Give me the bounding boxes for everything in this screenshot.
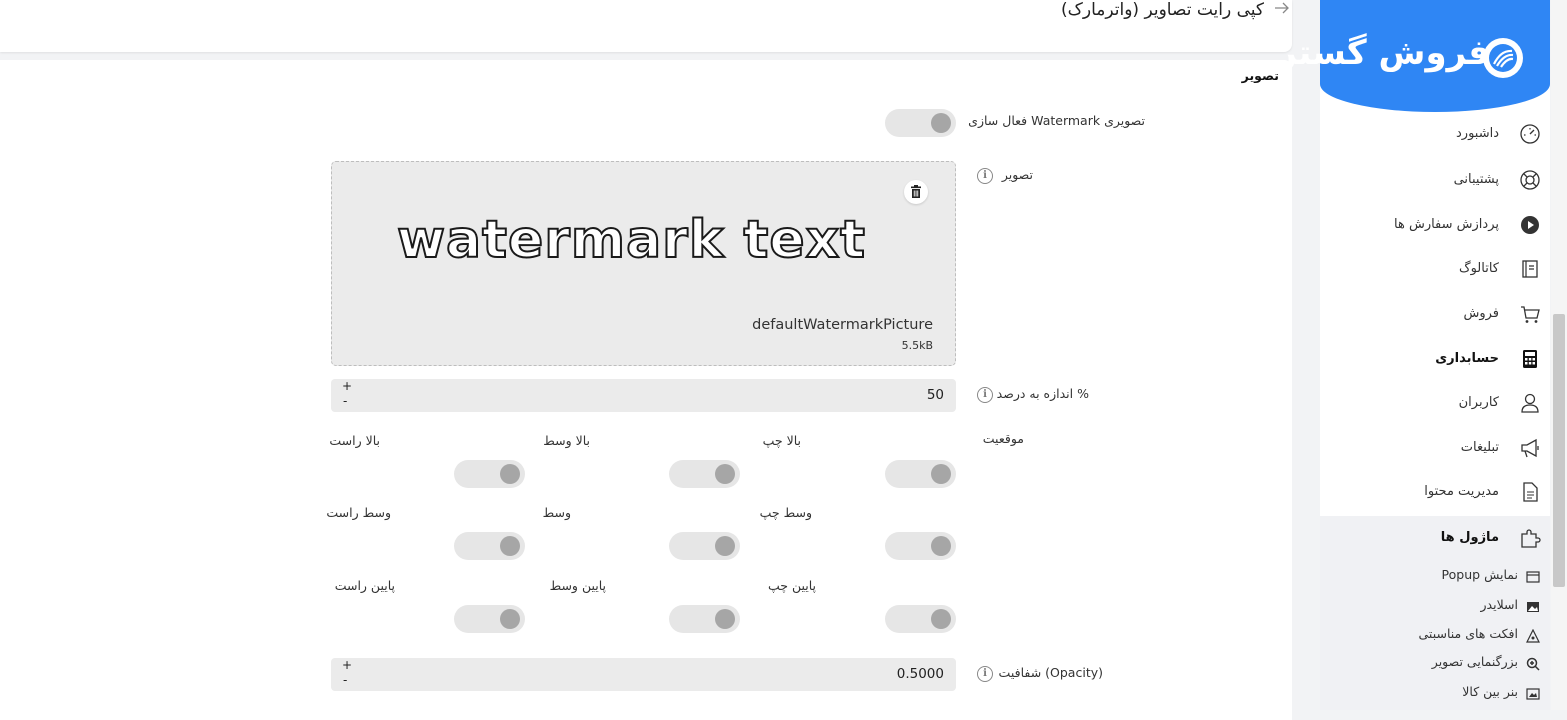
- position-top-right-label: بالا راست: [329, 433, 380, 448]
- size-info-icon[interactable]: i: [977, 387, 993, 403]
- size-label: اندازه به درصد %: [996, 386, 1089, 401]
- watermark-preview-image: watermark text: [396, 209, 867, 271]
- sidebar-subitem-zoom[interactable]: بزرگنمایی تصویر: [1320, 651, 1550, 675]
- play-circle-icon: [1519, 214, 1541, 236]
- position-bottom-right-label: پایین راست: [334, 578, 395, 593]
- sidebar-item-modules[interactable]: ماژول ها: [1320, 518, 1550, 558]
- sidebar-item-label: تبلیغات: [1460, 440, 1499, 455]
- sidebar-item-users[interactable]: کاربران: [1320, 383, 1550, 423]
- sidebar-item-label: فروش: [1463, 306, 1499, 321]
- sidebar-item-label: داشبورد: [1456, 126, 1499, 141]
- section-title: تصویر: [1241, 68, 1279, 83]
- sidebar-item-label: حسابداری: [1435, 351, 1499, 366]
- banner-icon: [1526, 686, 1540, 700]
- sidebar-subitem-label: Popup نمایش: [1441, 567, 1518, 582]
- brand-logo-icon[interactable]: [1483, 38, 1523, 78]
- watermark-settings-card: تصویر فعال سازی Watermark تصویری تصویر i…: [0, 60, 1292, 720]
- file-name: defaultWatermarkPicture: [752, 317, 933, 333]
- trash-icon: [911, 185, 921, 198]
- decrement-button[interactable]: -: [343, 673, 347, 687]
- sidebar-item-label: ماژول ها: [1440, 530, 1499, 545]
- sidebar-item-sales[interactable]: فروش: [1320, 294, 1550, 334]
- position-top-left-label: بالا چپ: [762, 433, 801, 448]
- opacity-value: 0.5000: [896, 666, 944, 682]
- sidebar-item-support[interactable]: پشتیبانی: [1320, 160, 1550, 200]
- sidebar-item-catalog[interactable]: کاتالوگ: [1320, 249, 1550, 289]
- calculator-icon: [1519, 348, 1541, 370]
- image-label: تصویر: [1001, 167, 1033, 182]
- position-middle-right-label: وسط راست: [326, 505, 391, 520]
- position-label: موقعیت: [982, 431, 1024, 446]
- size-value: 50: [926, 387, 944, 403]
- opacity-info-icon[interactable]: i: [977, 666, 993, 682]
- sidebar-subitem-label: افکت های مناسبتی: [1418, 626, 1518, 641]
- user-icon: [1519, 392, 1541, 414]
- delete-image-button[interactable]: [904, 180, 928, 204]
- sidebar-subitem-label: بزرگنمایی تصویر: [1431, 654, 1518, 669]
- position-middle-center-toggle[interactable]: [669, 532, 740, 560]
- lifebuoy-icon: [1519, 169, 1541, 191]
- book-icon: [1519, 258, 1541, 280]
- image-info-icon[interactable]: i: [977, 168, 993, 184]
- brand-logo-text: فروش گستر: [1277, 33, 1490, 73]
- position-middle-center-label: وسط: [542, 505, 571, 520]
- sidebar-subitem-banner[interactable]: بنر بین کالا: [1320, 681, 1550, 705]
- sidebar-item-label: کاتالوگ: [1458, 261, 1499, 276]
- position-bottom-left-label: پایین چپ: [767, 578, 816, 593]
- sidebar-item-label: پشتیبانی: [1453, 172, 1499, 187]
- sidebar-subitem-effects[interactable]: افکت های مناسبتی: [1320, 623, 1550, 647]
- toggle-knob: [931, 113, 951, 133]
- back-arrow-icon[interactable]: [1272, 0, 1292, 18]
- sidebar-item-label: پردازش سفارش ها: [1394, 217, 1499, 232]
- image-dropzone[interactable]: watermark text defaultWatermarkPicture 5…: [331, 161, 956, 366]
- position-middle-right-toggle[interactable]: [454, 532, 525, 560]
- window-icon: [1526, 569, 1540, 583]
- sidebar-item-dashboard[interactable]: داشبورد: [1320, 114, 1550, 154]
- position-bottom-center-toggle[interactable]: [669, 605, 740, 633]
- opacity-label: شفافیت (Opacity): [998, 665, 1103, 680]
- position-top-right-toggle[interactable]: [454, 460, 525, 488]
- document-icon: [1519, 481, 1541, 503]
- sidebar-scrollbar-thumb[interactable]: [1553, 314, 1565, 587]
- position-top-center-label: بالا وسط: [543, 433, 590, 448]
- position-middle-left-label: وسط چپ: [759, 505, 812, 520]
- sidebar-item-accounting[interactable]: حسابداری: [1320, 339, 1550, 379]
- zoom-in-icon: [1526, 656, 1540, 671]
- effects-icon: [1526, 628, 1540, 643]
- enable-watermark-toggle[interactable]: [885, 109, 956, 137]
- position-bottom-right-toggle[interactable]: [454, 605, 525, 633]
- increment-button[interactable]: +: [342, 658, 352, 672]
- image-icon: [1526, 599, 1540, 613]
- increment-button[interactable]: +: [342, 379, 352, 393]
- megaphone-icon: [1519, 437, 1541, 459]
- position-bottom-center-label: پایین وسط: [549, 578, 606, 593]
- position-bottom-left-toggle[interactable]: [885, 605, 956, 633]
- sidebar-item-content[interactable]: مدیریت محتوا: [1320, 472, 1550, 512]
- page-title: کپی رایت تصاویر (واترمارک): [1061, 0, 1264, 20]
- decrement-button[interactable]: -: [343, 394, 347, 408]
- sidebar-subitem-slider[interactable]: اسلایدر: [1320, 594, 1550, 618]
- enable-watermark-label: فعال سازی Watermark تصویری: [968, 113, 1145, 128]
- brand-header: فروش گستر: [1277, 0, 1550, 112]
- size-input[interactable]: 50 + -: [331, 379, 956, 412]
- position-top-left-toggle[interactable]: [885, 460, 956, 488]
- opacity-input[interactable]: 0.5000 + -: [331, 658, 956, 691]
- puzzle-icon: [1519, 527, 1541, 549]
- sidebar-subitem-label: اسلایدر: [1480, 597, 1518, 612]
- sidebar-item-label: مدیریت محتوا: [1424, 484, 1499, 499]
- file-size: 5.5kB: [901, 339, 933, 352]
- page-header: کپی رایت تصاویر (واترمارک): [0, 0, 1292, 52]
- sidebar: فروش گستر داشبورد پشتیبانی پردازش سفارش …: [1277, 0, 1550, 710]
- sidebar-subitem-popup[interactable]: Popup نمایش: [1320, 564, 1550, 588]
- modules-section: ماژول ها Popup نمایش اسلایدر افکت های من…: [1320, 516, 1550, 710]
- position-top-center-toggle[interactable]: [669, 460, 740, 488]
- sidebar-item-ads[interactable]: تبلیغات: [1320, 428, 1550, 468]
- sidebar-item-label: کاربران: [1458, 395, 1499, 410]
- position-middle-left-toggle[interactable]: [885, 532, 956, 560]
- dashboard-gauge-icon: [1519, 123, 1541, 145]
- cart-icon: [1519, 303, 1541, 325]
- sidebar-subitem-label: بنر بین کالا: [1462, 684, 1518, 699]
- sidebar-item-orders[interactable]: پردازش سفارش ها: [1320, 205, 1550, 245]
